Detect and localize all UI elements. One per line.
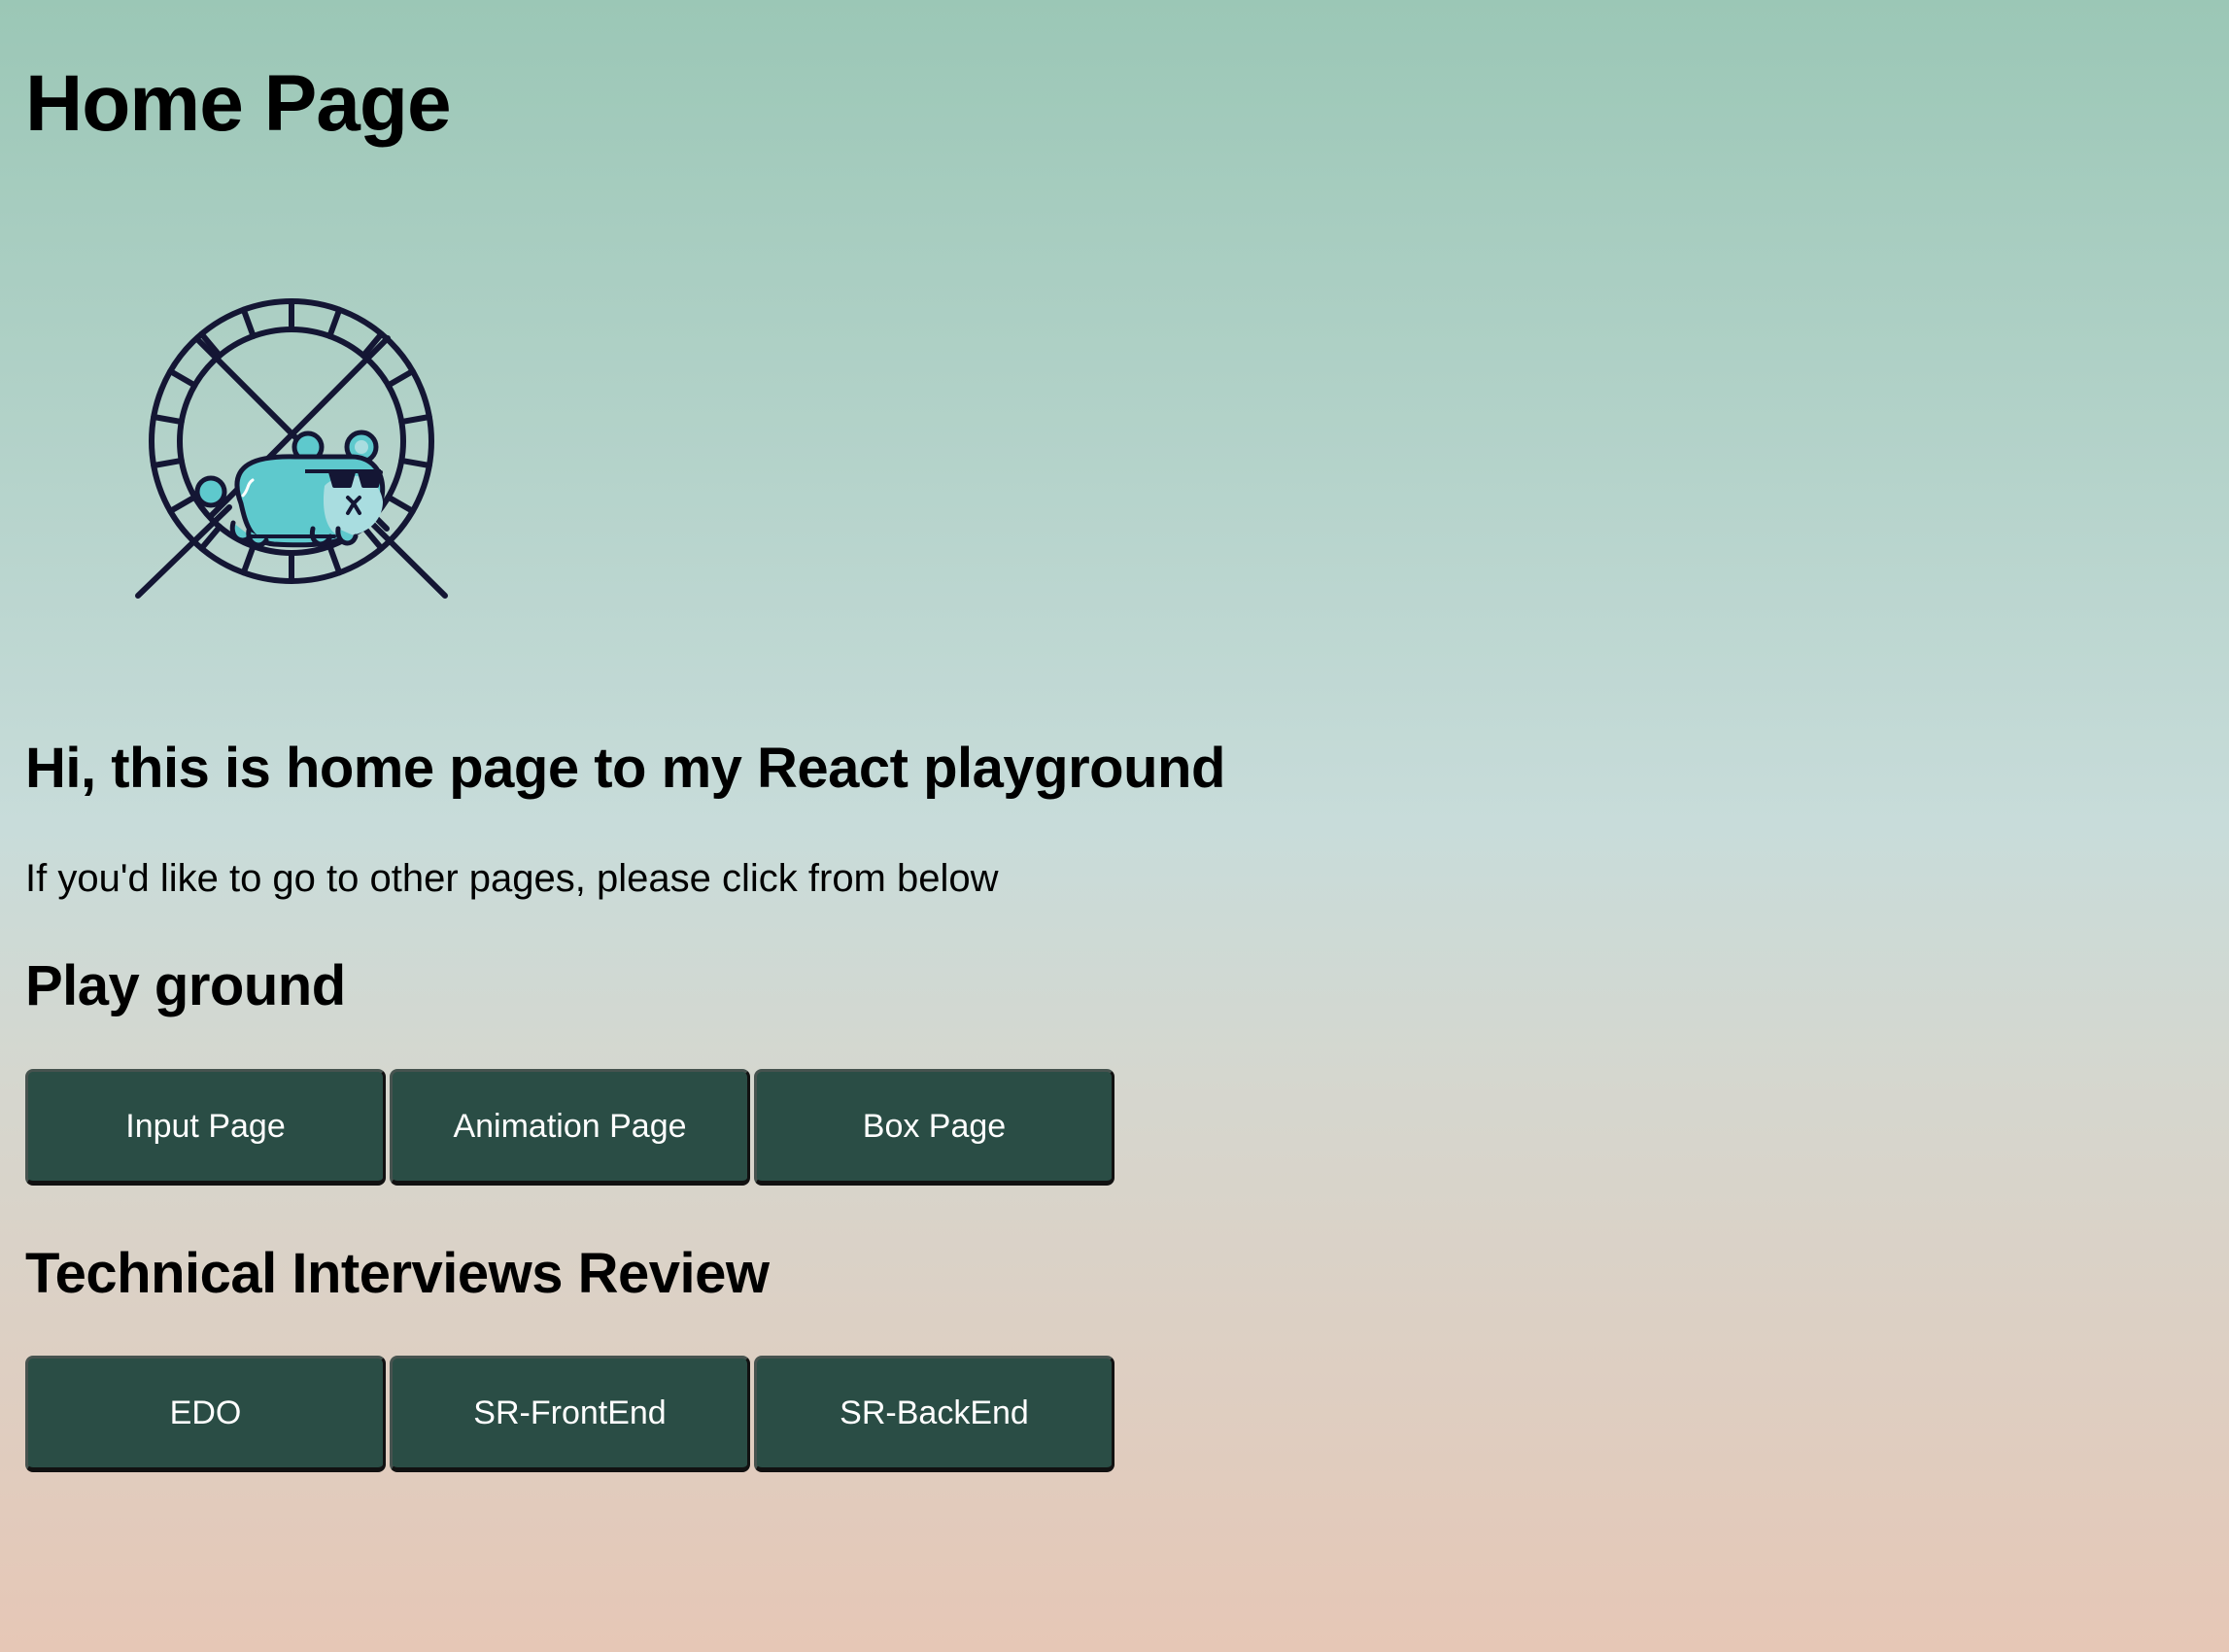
animation-page-button[interactable]: Animation Page: [390, 1069, 750, 1186]
edo-button[interactable]: EDO: [25, 1356, 386, 1472]
section-heading-playground: Play ground: [25, 954, 346, 1017]
page-title: Home Page: [25, 59, 452, 148]
intro-text: If you'd like to go to other pages, plea…: [25, 857, 999, 900]
playground-button-row: Input Page Animation Page Box Page: [25, 1069, 1114, 1186]
intro-heading: Hi, this is home page to my React playgr…: [25, 737, 1225, 800]
sr-frontend-button[interactable]: SR-FrontEnd: [390, 1356, 750, 1472]
home-page: Home Page Hi, this is home page to my Re…: [25, 0, 2229, 1652]
interviews-button-row: EDO SR-FrontEnd SR-BackEnd: [25, 1356, 1114, 1472]
section-heading-interviews: Technical Interviews Review: [25, 1242, 770, 1305]
box-page-button[interactable]: Box Page: [754, 1069, 1114, 1186]
sr-backend-button[interactable]: SR-BackEnd: [754, 1356, 1114, 1472]
input-page-button[interactable]: Input Page: [25, 1069, 386, 1186]
hamster-wheel-illustration: [105, 282, 474, 612]
